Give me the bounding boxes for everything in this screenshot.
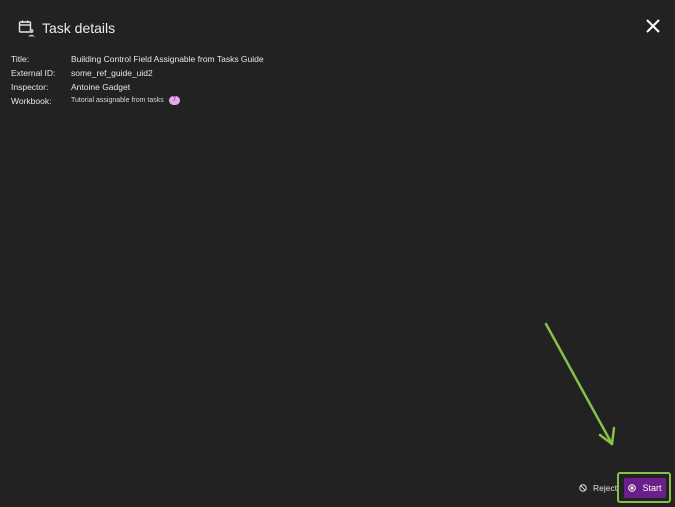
external-id-label: External ID:: [11, 68, 56, 78]
dialog-title: Task details: [42, 20, 116, 36]
workbook-count-badge: 7: [168, 96, 180, 105]
title-value: Building Control Field Assignable from T…: [71, 54, 264, 64]
reject-button[interactable]: Reject: [579, 480, 617, 496]
external-id-value: some_ref_guide_uid2: [71, 68, 153, 78]
workbook-name: Tutorial assignable from tasks: [71, 97, 164, 104]
detail-row-workbook: Workbook: Tutorial assignable from tasks…: [11, 94, 264, 108]
record-icon: [628, 484, 637, 492]
block-icon: [579, 484, 587, 492]
detail-row-title: Title: Building Control Field Assignable…: [11, 52, 264, 66]
calendar-user-icon: [18, 19, 36, 37]
close-icon: [646, 19, 660, 33]
task-details-dialog: Task details Title: Building Control Fie…: [0, 0, 675, 507]
start-label: Start: [642, 483, 662, 493]
dialog-header: Task details: [0, 0, 675, 56]
inspector-value: Antoine Gadget: [71, 82, 131, 92]
annotation-arrow: [544, 322, 616, 446]
detail-row-external-id: External ID: some_ref_guide_uid2: [11, 66, 264, 80]
inspector-label: Inspector:: [11, 82, 49, 92]
workbook-label: Workbook:: [11, 96, 52, 106]
workbook-value: Tutorial assignable from tasks 7: [71, 94, 180, 108]
detail-row-inspector: Inspector: Antoine Gadget: [11, 80, 264, 94]
reject-label: Reject: [593, 483, 618, 493]
title-label: Title:: [11, 54, 30, 64]
close-button[interactable]: [645, 18, 661, 34]
start-button[interactable]: Start: [624, 478, 666, 498]
task-details-list: Title: Building Control Field Assignable…: [11, 52, 264, 108]
